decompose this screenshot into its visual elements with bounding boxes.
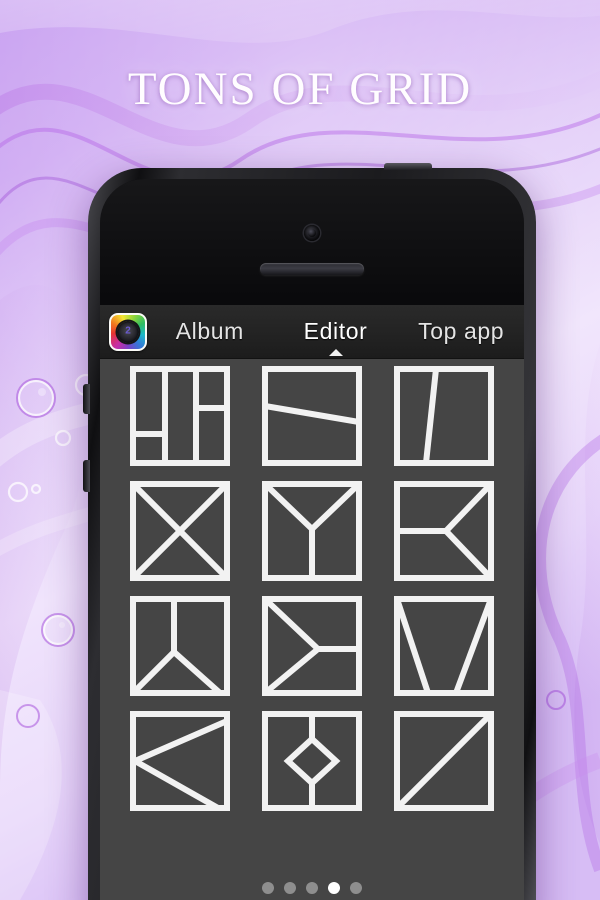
template-grid (114, 366, 510, 826)
volume-up-button[interactable] (83, 384, 90, 414)
collage-template-x-cross[interactable] (130, 481, 230, 581)
template-grid-area (100, 359, 524, 900)
tab-album[interactable]: Album (147, 318, 273, 345)
tab-editor[interactable]: Editor (273, 318, 399, 356)
collage-template-left-arrow[interactable] (394, 481, 494, 581)
collage-template-y-split[interactable] (262, 481, 362, 581)
power-button[interactable] (384, 163, 432, 170)
collage-template-slanted-horizontal[interactable] (262, 366, 362, 466)
tab-editor-label: Editor (303, 318, 368, 344)
collage-template-k-left[interactable] (130, 711, 230, 811)
tab-top-app-label: Top app (418, 318, 505, 344)
tab-album-label: Album (175, 318, 244, 344)
pagination-dots (100, 882, 524, 894)
collage-template-right-arrow[interactable] (262, 596, 362, 696)
collage-template-v-split[interactable] (394, 596, 494, 696)
pagination-dot-4[interactable] (328, 882, 340, 894)
app-navbar: 2 Album Editor Top app (100, 305, 524, 359)
camera-lens-icon: 2 (117, 321, 139, 342)
tab-bar: Album Editor Top app (147, 305, 524, 358)
volume-down-button[interactable] (83, 460, 90, 492)
smartphone-mockup: 2 Album Editor Top app (83, 163, 536, 900)
pagination-dot-2[interactable] (284, 882, 296, 894)
collage-template-3col-split[interactable] (130, 366, 230, 466)
tab-top-app[interactable]: Top app (398, 318, 524, 345)
phone-screen: 2 Album Editor Top app (100, 179, 524, 900)
app-icon[interactable]: 2 (109, 312, 147, 351)
page-title: TONS OF GRID (127, 63, 473, 115)
active-tab-caret-icon (328, 349, 343, 356)
pagination-dot-5[interactable] (350, 882, 362, 894)
app-window: 2 Album Editor Top app (100, 305, 524, 900)
pagination-dot-1[interactable] (262, 882, 274, 894)
front-camera-icon (304, 225, 320, 241)
pagination-dot-3[interactable] (306, 882, 318, 894)
earpiece-speaker-icon (260, 263, 364, 275)
collage-template-diagonal[interactable] (394, 711, 494, 811)
app-icon-badge: 2 (125, 325, 131, 337)
collage-template-diamond-center[interactable] (262, 711, 362, 811)
collage-template-slanted-vertical[interactable] (394, 366, 494, 466)
collage-template-inverted-y[interactable] (130, 596, 230, 696)
